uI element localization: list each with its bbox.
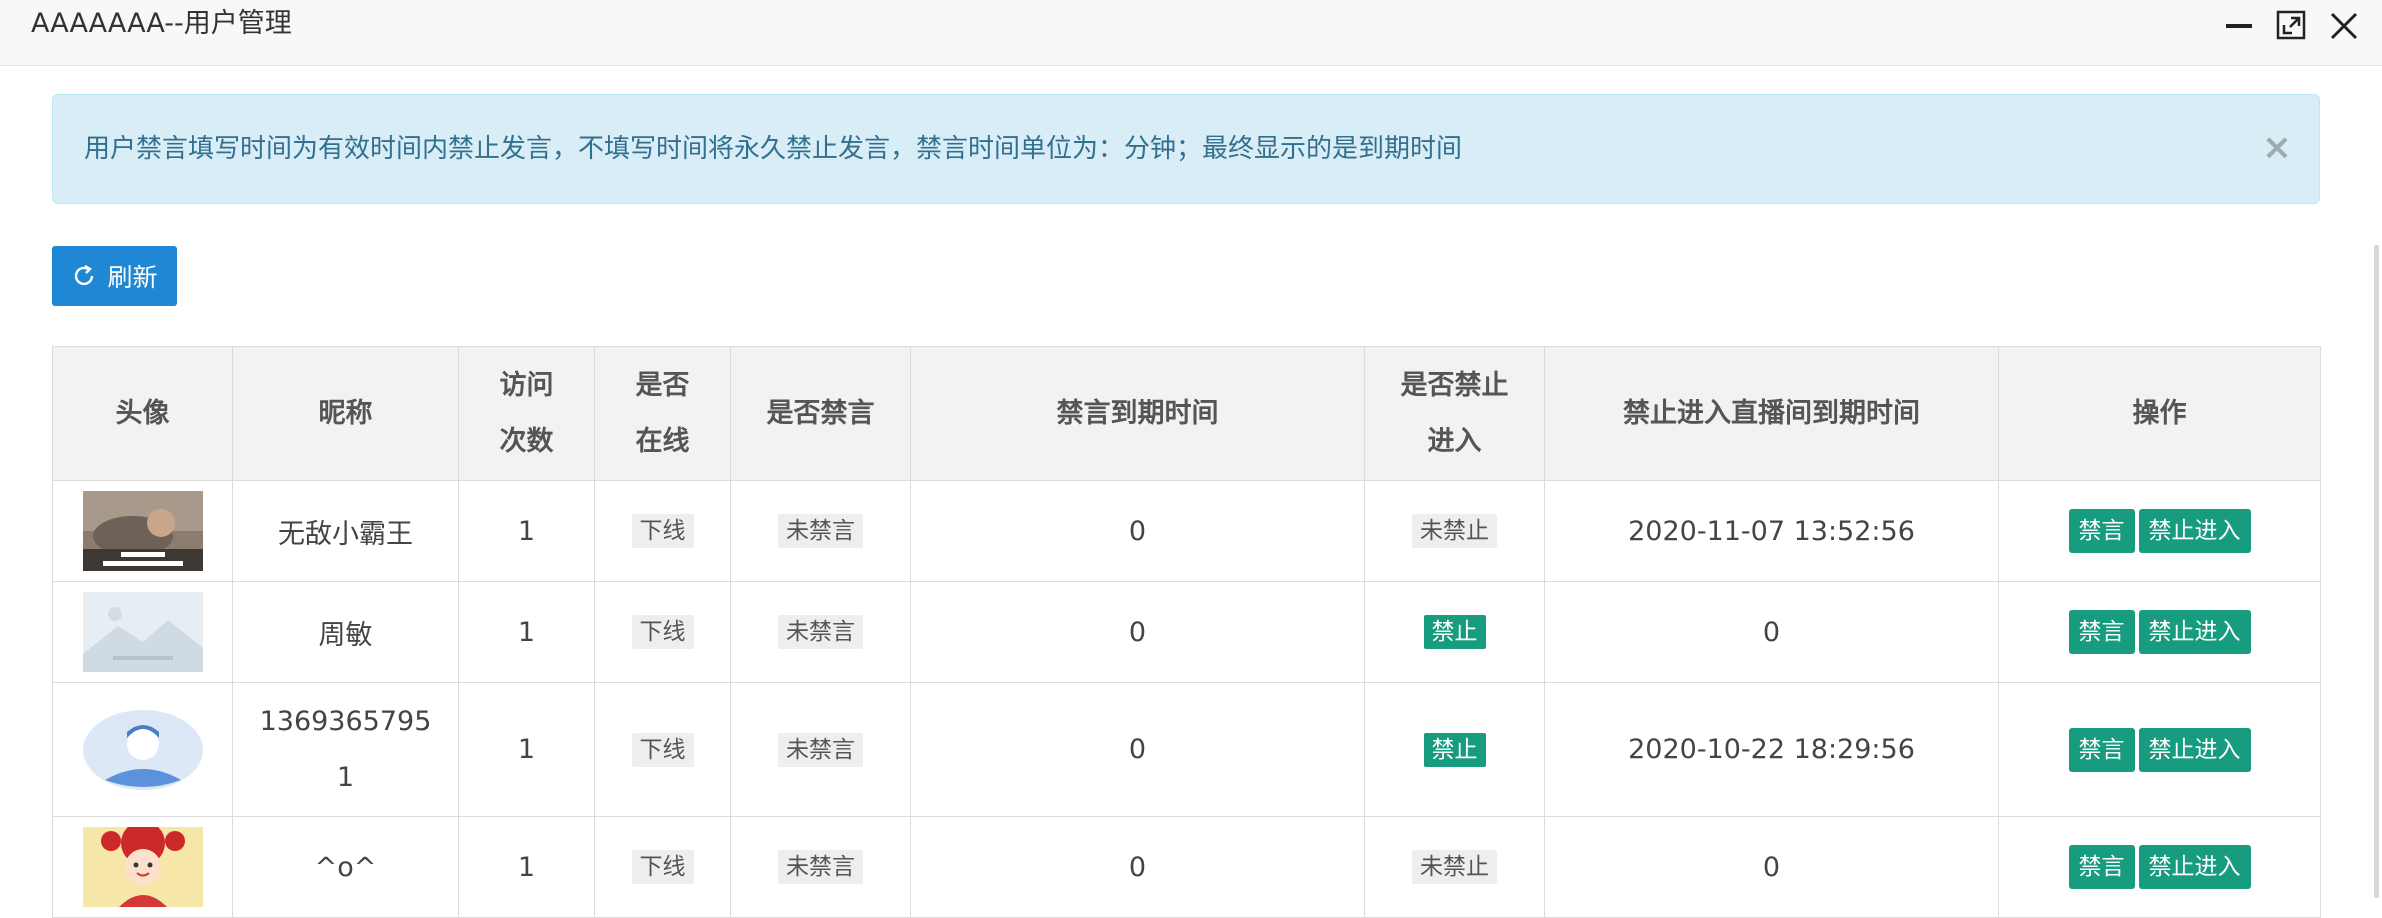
visits-cell: 1	[458, 816, 595, 918]
header-banned-line2: 进入	[1427, 425, 1482, 457]
table-row: 周敏 1 下线 未禁言 0 禁止 0 禁言 禁止进入	[52, 581, 2321, 683]
muted-status-badge: 未禁言	[778, 615, 863, 649]
table-row: 1369365795 1 1 下线 未禁言 0 禁止 2020-10-22 18:…	[52, 682, 2321, 817]
online-status-badge: 下线	[631, 850, 694, 884]
actions-cell: 禁言 禁止进入	[1998, 682, 2321, 817]
ban-entry-button[interactable]: 禁止进入	[2138, 509, 2251, 553]
window-titlebar: AAAAAAA--用户管理	[0, 0, 2382, 66]
mute-expiry-cell: 0	[910, 480, 1365, 582]
banned-cell: 禁止	[1364, 682, 1545, 817]
banned-status-badge: 禁止	[1423, 615, 1486, 649]
banned-status-badge: 未禁止	[1412, 514, 1497, 548]
banned-status-badge: 未禁止	[1412, 850, 1497, 884]
header-online: 是否 在线	[594, 346, 731, 481]
header-online-line2: 在线	[635, 425, 690, 457]
muted-cell: 未禁言	[730, 816, 911, 918]
visits-cell: 1	[458, 581, 595, 683]
header-banned: 是否禁止 进入	[1364, 346, 1545, 481]
image-placeholder-avatar	[82, 592, 203, 672]
banned-cell: 未禁止	[1364, 480, 1545, 582]
ban-expiry-cell: 2020-11-07 13:52:56	[1544, 480, 1999, 582]
header-avatar: 头像	[52, 346, 233, 481]
muted-status-badge: 未禁言	[778, 732, 863, 767]
actions-cell: 禁言 禁止进入	[1998, 480, 2321, 582]
table-row: 无敌小霸王 1 下线 未禁言 0 未禁止 2020-11-07 13:52:56…	[52, 480, 2321, 582]
avatar-cell	[52, 581, 233, 683]
mute-expiry-cell: 0	[910, 816, 1365, 918]
ban-entry-button[interactable]: 禁止进入	[2138, 727, 2251, 772]
header-ban-expiry: 禁止进入直播间到期时间	[1544, 346, 1999, 481]
ban-expiry-cell: 0	[1544, 581, 1999, 683]
muted-cell: 未禁言	[730, 581, 911, 683]
alert-text: 用户禁言填写时间为有效时间内禁止发言，不填写时间将永久禁止发言，禁言时间单位为：…	[84, 134, 1463, 164]
scrollbar-track[interactable]	[2364, 66, 2382, 898]
user-table: 头像 昵称 访问 次数 是否 在线 是否禁言 禁言到期时间 是否禁止 进入 禁止进入直…	[52, 346, 2321, 918]
alert-close-button[interactable]: ×	[2260, 130, 2294, 166]
refresh-icon	[75, 264, 94, 286]
mute-expiry-cell: 0	[910, 581, 1365, 683]
header-nickname: 昵称	[232, 346, 459, 481]
cartoon-avatar	[82, 827, 203, 907]
header-banned-line1: 是否禁止	[1400, 369, 1509, 401]
online-cell: 下线	[594, 480, 731, 582]
avatar-cell	[52, 682, 233, 817]
ban-expiry-cell: 2020-10-22 18:29:56	[1544, 682, 1999, 817]
actions-cell: 禁言 禁止进入	[1998, 816, 2321, 918]
maximize-icon[interactable]	[2274, 8, 2310, 44]
online-status-badge: 下线	[631, 615, 694, 649]
online-status-badge: 下线	[631, 732, 694, 767]
meme-photo-avatar	[82, 491, 203, 571]
ban-entry-button[interactable]: 禁止进入	[2138, 845, 2251, 889]
header-visits-line1: 访问	[499, 369, 554, 401]
mute-button[interactable]: 禁言	[2068, 509, 2135, 553]
online-status-badge: 下线	[631, 514, 694, 548]
nickname-line2: 1	[336, 761, 355, 793]
header-muted: 是否禁言	[730, 346, 911, 481]
online-cell: 下线	[594, 581, 731, 683]
info-alert: 用户禁言填写时间为有效时间内禁止发言，不填写时间将永久禁止发言，禁言时间单位为：…	[52, 94, 2320, 204]
visits-cell: 1	[458, 682, 595, 817]
avatar-cell	[52, 816, 233, 918]
nickname-cell: ^o^	[232, 816, 459, 918]
window-title: AAAAAAA--用户管理	[31, 8, 292, 39]
close-icon[interactable]	[2326, 8, 2362, 44]
scrollbar-thumb[interactable]	[2374, 245, 2379, 898]
nickname-line1: 1369365795	[259, 705, 432, 737]
default-person-avatar	[82, 709, 203, 790]
muted-status-badge: 未禁言	[778, 850, 863, 884]
mute-button[interactable]: 禁言	[2068, 845, 2135, 889]
ban-entry-button[interactable]: 禁止进入	[2138, 610, 2251, 654]
banned-cell: 未禁止	[1364, 816, 1545, 918]
header-visits: 访问 次数	[458, 346, 595, 481]
actions-cell: 禁言 禁止进入	[1998, 581, 2321, 683]
ban-expiry-cell: 0	[1544, 816, 1999, 918]
table-row: ^o^ 1 下线 未禁言 0 未禁止 0 禁言 禁止进入	[52, 816, 2321, 918]
refresh-label: 刷新	[107, 263, 158, 292]
muted-status-badge: 未禁言	[778, 514, 863, 548]
mute-button[interactable]: 禁言	[2068, 727, 2135, 772]
header-mute-expiry: 禁言到期时间	[910, 346, 1365, 481]
table-header-row: 头像 昵称 访问次数 是否在线 是否禁言 禁言到期时间 是否禁止进入 禁止进入直…	[52, 346, 2321, 481]
mute-button[interactable]: 禁言	[2068, 610, 2135, 654]
online-cell: 下线	[594, 682, 731, 817]
minimize-icon[interactable]	[2222, 8, 2258, 44]
nickname-cell: 周敏	[232, 581, 459, 683]
header-online-line1: 是否	[635, 369, 690, 401]
header-actions: 操作	[1998, 346, 2321, 481]
nickname-cell: 无敌小霸王	[232, 480, 459, 582]
nickname-text: 1369365795 1	[233, 694, 458, 806]
muted-cell: 未禁言	[730, 682, 911, 817]
avatar-cell	[52, 480, 233, 582]
nickname-cell: 1369365795 1	[232, 682, 459, 817]
header-visits-line2: 次数	[499, 425, 554, 457]
banned-status-badge: 禁止	[1423, 732, 1486, 767]
banned-cell: 禁止	[1364, 581, 1545, 683]
muted-cell: 未禁言	[730, 480, 911, 582]
online-cell: 下线	[594, 816, 731, 918]
visits-cell: 1	[458, 480, 595, 582]
refresh-button[interactable]: 刷新	[52, 246, 177, 306]
mute-expiry-cell: 0	[910, 682, 1365, 817]
